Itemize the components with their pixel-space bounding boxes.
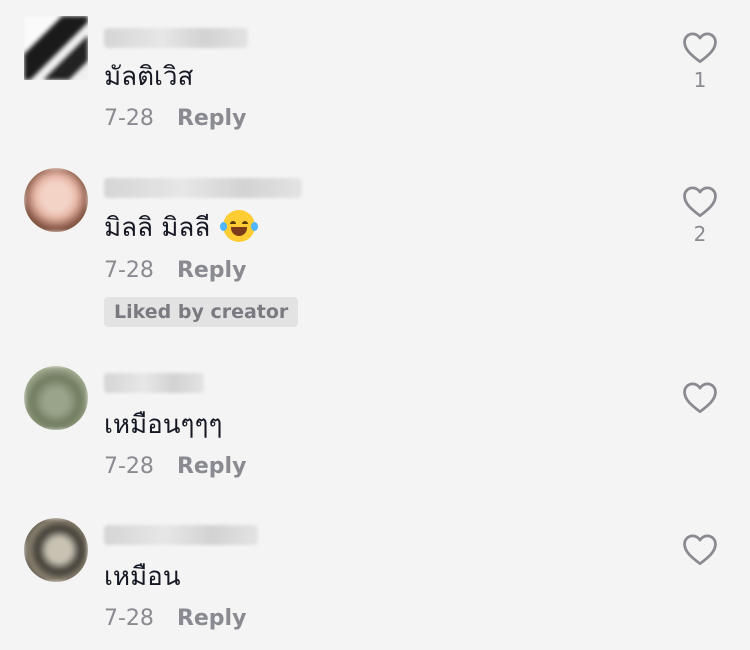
avatar[interactable] — [24, 16, 88, 80]
like-button[interactable]: 2 — [680, 184, 720, 246]
heart-outline-icon — [683, 186, 717, 218]
reply-button[interactable]: Reply — [177, 106, 247, 131]
heart-outline-icon — [683, 534, 717, 566]
username-blurred[interactable] — [104, 373, 204, 393]
comment-text: มัลติเวิส — [104, 62, 194, 92]
comment-text: เหมือน — [104, 562, 181, 592]
comment-meta: 7-28 Reply — [104, 454, 246, 479]
avatar[interactable] — [24, 518, 88, 582]
username-blurred[interactable] — [104, 525, 258, 545]
comment-date: 7-28 — [104, 454, 154, 479]
liked-by-creator-badge: Liked by creator — [104, 297, 299, 327]
heart-outline-icon — [683, 382, 717, 414]
comment-text-content: มิลลิ มิลลี — [104, 213, 211, 243]
comment-meta: 7-28 Reply — [104, 258, 246, 283]
reply-button[interactable]: Reply — [177, 258, 247, 283]
avatar[interactable] — [24, 366, 88, 430]
comment-text: มิลลิ มิลลี — [104, 210, 258, 245]
comment-text: เหมือนๆๆๆ — [104, 410, 223, 440]
username-blurred[interactable] — [104, 178, 302, 198]
comment-date: 7-28 — [104, 106, 154, 131]
comment-date: 7-28 — [104, 606, 154, 631]
tears-of-joy-emoji-icon — [219, 210, 258, 242]
like-count: 2 — [693, 222, 707, 246]
avatar[interactable] — [24, 168, 88, 232]
comment-meta: 7-28 Reply — [104, 106, 246, 131]
heart-outline-icon — [683, 32, 717, 64]
comment-meta: 7-28 Reply — [104, 606, 246, 631]
like-count: 1 — [693, 68, 707, 92]
like-button[interactable] — [680, 532, 720, 566]
like-button[interactable]: 1 — [680, 30, 720, 92]
comment-date: 7-28 — [104, 258, 154, 283]
username-blurred[interactable] — [104, 28, 248, 48]
reply-button[interactable]: Reply — [177, 606, 247, 631]
reply-button[interactable]: Reply — [177, 454, 247, 479]
like-button[interactable] — [680, 380, 720, 414]
